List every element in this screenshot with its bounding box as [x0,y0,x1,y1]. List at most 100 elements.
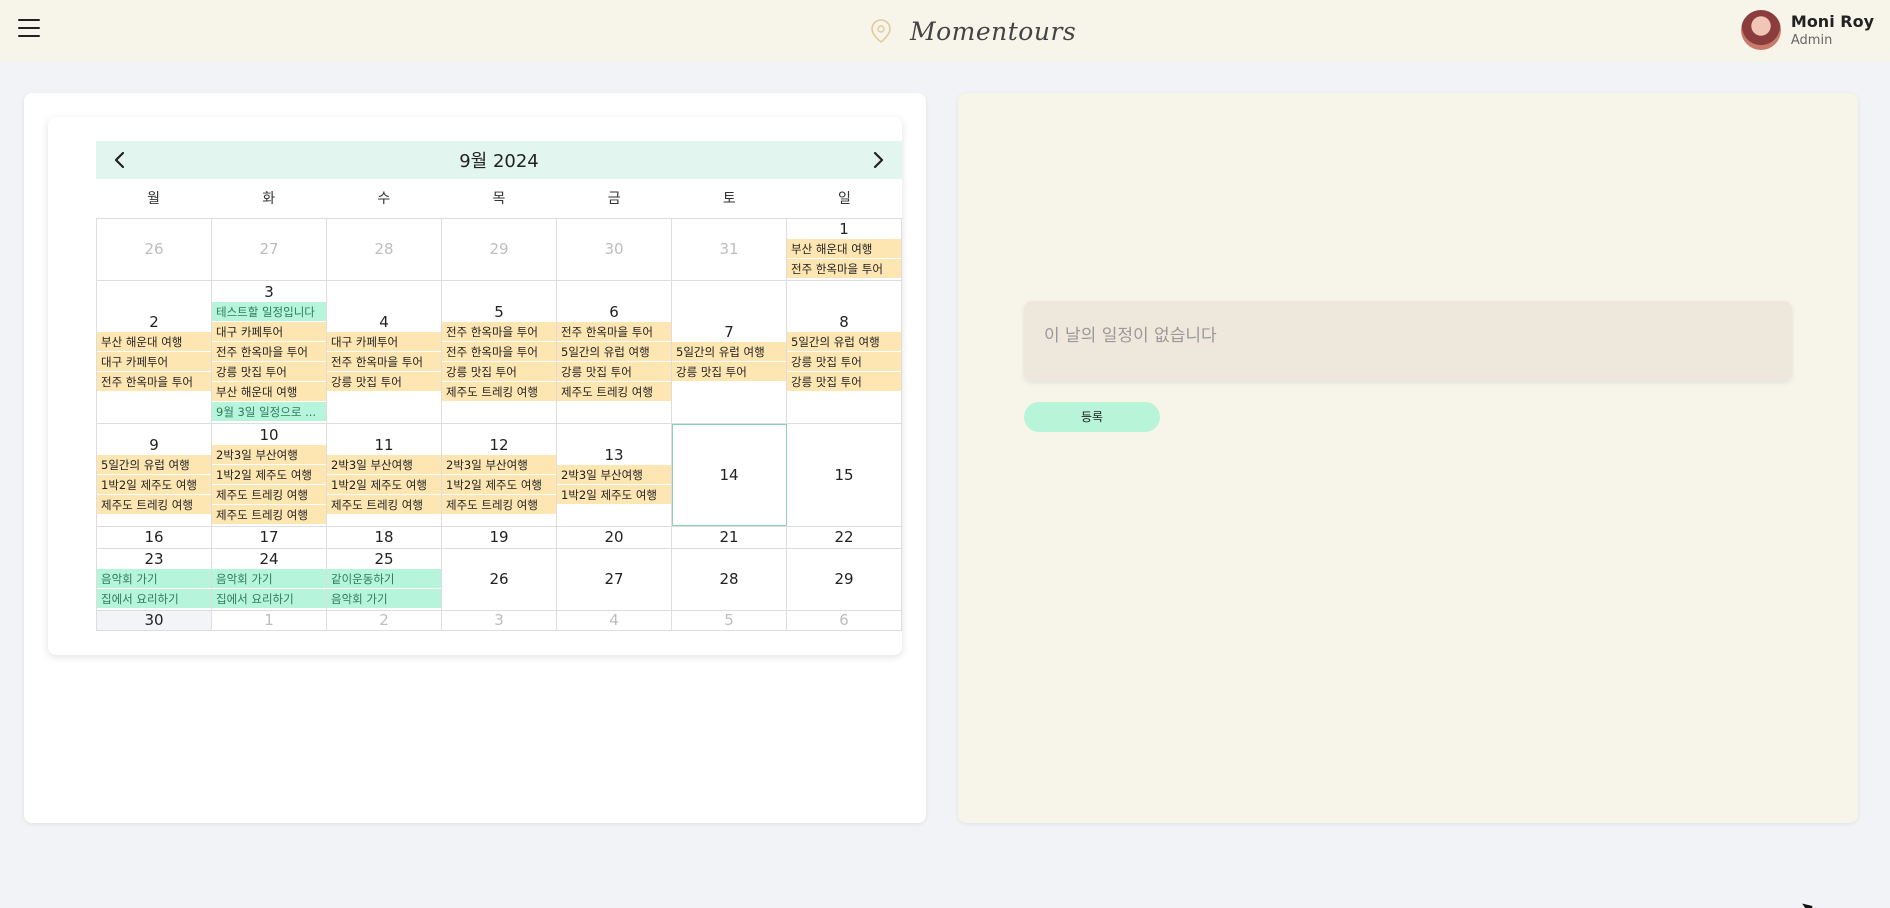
prev-month-button[interactable] [110,150,130,170]
calendar-event[interactable]: 음악회 가기 [212,569,326,589]
calendar-event[interactable]: 5일간의 유럽 여행 [787,331,901,352]
calendar-day-cell[interactable]: 21 [672,527,787,548]
calendar-event[interactable]: 강릉 맛집 투어 [787,371,901,392]
calendar-event[interactable]: 1박2일 제주도 여행 [557,484,671,505]
calendar-day-cell[interactable]: 3 테스트할 일정입니다 대구 카페투어 전주 한옥마을 투어 강릉 맛집 투어 부산 해… [212,281,327,423]
calendar-event[interactable]: 1박2일 제주도 여행 [442,474,556,495]
calendar-day-cell[interactable]: 6 전주 한옥마을 투어 5일간의 유럽 여행 강릉 맛집 투어 제주도 트레킹 여행 [557,281,672,423]
next-month-button[interactable] [868,150,888,170]
calendar-day-cell[interactable]: 26 [442,549,557,610]
calendar-day-cell[interactable]: 31 [672,219,787,280]
calendar-event[interactable]: 강릉 맛집 투어 [672,361,786,382]
calendar-day-cell[interactable]: 27 [212,219,327,280]
avatar[interactable] [1740,10,1781,50]
calendar-event[interactable]: 전주 한옥마을 투어 [97,371,211,392]
calendar-day-cell[interactable]: 7 5일간의 유럽 여행 강릉 맛집 투어 [672,281,787,423]
calendar-day-cell[interactable]: 4 [557,611,672,630]
calendar-day-cell[interactable]: 3 [442,611,557,630]
calendar-day-cell[interactable]: 5 전주 한옥마을 투어 전주 한옥마을 투어 강릉 맛집 투어 제주도 트레킹 여행 [442,281,557,423]
calendar-day-cell[interactable]: 9 5일간의 유럽 여행 1박2일 제주도 여행 제주도 트레킹 여행 [97,424,212,526]
calendar-event[interactable]: 제주도 트레킹 여행 [327,494,441,515]
register-button[interactable]: 등록 [1024,402,1160,432]
calendar-day-cell[interactable]: 22 [787,527,902,548]
user-profile[interactable]: Moni Roy Admin [1740,10,1874,50]
calendar-event[interactable]: 9월 3일 일정으로 ... [212,401,326,422]
calendar-event[interactable]: 전주 한옥마을 투어 [442,321,556,342]
brand-logo[interactable]: Momentours [866,13,1076,49]
calendar-event[interactable]: 1박2일 제주도 여행 [212,464,326,485]
calendar-day-cell[interactable]: 30 [97,611,212,630]
calendar-day-cell[interactable]: 27 [557,549,672,610]
calendar-day-cell[interactable]: 4 대구 카페투어 전주 한옥마을 투어 강릉 맛집 투어 [327,281,442,423]
calendar-event[interactable]: 집에서 요리하기 [97,589,211,609]
calendar-event[interactable]: 부산 해운대 여행 [787,239,901,259]
calendar-event[interactable]: 테스트할 일정입니다 [212,301,326,322]
calendar-day-cell[interactable]: 2 [327,611,442,630]
calendar-event[interactable]: 2박3일 부산여행 [212,444,326,465]
calendar-event[interactable]: 집에서 요리하기 [212,589,326,609]
calendar-event[interactable]: 대구 카페투어 [212,321,326,342]
calendar-day-cell[interactable]: 13 2박3일 부산여행 1박2일 제주도 여행 [557,424,672,526]
calendar-day-cell[interactable]: 10 2박3일 부산여행 1박2일 제주도 여행 제주도 트레킹 여행 제주도 트레킹 … [212,424,327,526]
calendar-event[interactable]: 1박2일 제주도 여행 [97,474,211,495]
day-number: 23 [144,550,164,568]
calendar-event[interactable]: 1박2일 제주도 여행 [327,474,441,495]
calendar-event[interactable]: 2박3일 부산여행 [442,454,556,475]
calendar-event[interactable]: 제주도 트레킹 여행 [442,381,556,402]
calendar-event[interactable]: 강릉 맛집 투어 [212,361,326,382]
calendar-event[interactable]: 부산 해운대 여행 [97,331,211,352]
calendar-event[interactable]: 음악회 가기 [97,569,211,589]
calendar-event[interactable]: 제주도 트레킹 여행 [97,494,211,515]
calendar-day-cell[interactable]: 5 [672,611,787,630]
calendar-day-cell[interactable]: 26 [97,219,212,280]
calendar-day-cell[interactable]: 11 2박3일 부산여행 1박2일 제주도 여행 제주도 트레킹 여행 [327,424,442,526]
calendar-event[interactable]: 제주도 트레킹 여행 [442,494,556,515]
calendar-event[interactable]: 부산 해운대 여행 [212,381,326,402]
menu-icon[interactable] [18,19,40,41]
calendar-event[interactable]: 전주 한옥마을 투어 [442,341,556,362]
calendar-day-cell[interactable]: 1 [212,611,327,630]
calendar-event[interactable]: 5일간의 유럽 여행 [672,341,786,362]
calendar-event[interactable]: 제주도 트레킹 여행 [212,504,326,525]
calendar-event[interactable]: 전주 한옥마을 투어 [212,341,326,362]
calendar-day-cell[interactable]: 20 [557,527,672,548]
calendar-day-cell-today[interactable]: 14 [672,424,787,526]
calendar-event[interactable]: 제주도 트레킹 여행 [212,484,326,505]
calendar-event[interactable]: 음악회 가기 [327,589,441,609]
calendar-event[interactable]: 전주 한옥마을 투어 [787,259,901,279]
mouse-cursor-icon [1802,899,1817,908]
calendar-day-cell[interactable]: 29 [442,219,557,280]
calendar-event[interactable]: 2박3일 부산여행 [557,464,671,485]
calendar-day-cell[interactable]: 19 [442,527,557,548]
calendar-event[interactable]: 강릉 맛집 투어 [557,361,671,382]
calendar-day-cell[interactable]: 29 [787,549,902,610]
calendar-event[interactable]: 5일간의 유럽 여행 [97,454,211,475]
calendar-day-cell[interactable]: 18 [327,527,442,548]
calendar-event[interactable]: 강릉 맛집 투어 [327,371,441,392]
calendar-day-cell[interactable]: 28 [672,549,787,610]
calendar-event[interactable]: 2박3일 부산여행 [327,454,441,475]
calendar-day-cell[interactable]: 17 [212,527,327,548]
calendar-event[interactable]: 5일간의 유럽 여행 [557,341,671,362]
calendar-day-cell[interactable]: 12 2박3일 부산여행 1박2일 제주도 여행 제주도 트레킹 여행 [442,424,557,526]
weekday-label: 토 [722,191,736,207]
calendar-day-cell[interactable]: 6 [787,611,902,630]
calendar-event[interactable]: 제주도 트레킹 여행 [557,381,671,402]
calendar-event[interactable]: 전주 한옥마을 투어 [557,321,671,342]
calendar-day-cell[interactable]: 25 같이운동하기 음악회 가기 [327,549,442,610]
calendar-day-cell[interactable]: 23 음악회 가기 집에서 요리하기 [97,549,212,610]
calendar-day-cell[interactable]: 15 [787,424,902,526]
calendar-day-cell[interactable]: 16 [97,527,212,548]
calendar-day-cell[interactable]: 30 [557,219,672,280]
calendar-event[interactable]: 강릉 맛집 투어 [787,351,901,372]
calendar-event[interactable]: 전주 한옥마을 투어 [327,351,441,372]
calendar-day-cell[interactable]: 8 5일간의 유럽 여행 강릉 맛집 투어 강릉 맛집 투어 [787,281,902,423]
calendar-event[interactable]: 같이운동하기 [327,569,441,589]
calendar-day-cell[interactable]: 28 [327,219,442,280]
calendar-day-cell[interactable]: 1 부산 해운대 여행 전주 한옥마을 투어 [787,219,902,280]
calendar-event[interactable]: 대구 카페투어 [97,351,211,372]
calendar-event[interactable]: 강릉 맛집 투어 [442,361,556,382]
calendar-day-cell[interactable]: 2 부산 해운대 여행 대구 카페투어 전주 한옥마을 투어 [97,281,212,423]
calendar-event[interactable]: 대구 카페투어 [327,331,441,352]
calendar-day-cell[interactable]: 24 음악회 가기 집에서 요리하기 [212,549,327,610]
